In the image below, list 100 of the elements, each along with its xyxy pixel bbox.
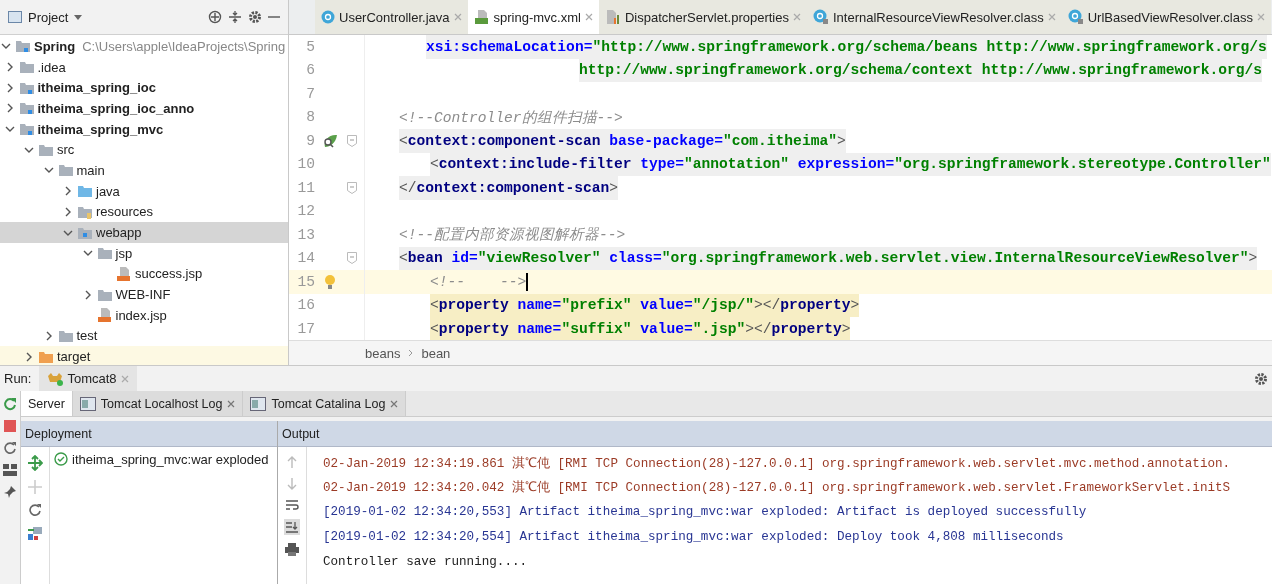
- fold-marker-icon[interactable]: [347, 252, 357, 265]
- tree-item-label: success.jsp: [135, 266, 203, 282]
- fold-marker-icon[interactable]: [347, 181, 357, 194]
- line-number: 17: [296, 320, 315, 337]
- console-line: 02-Jan-2019 12:34:19.861 淇℃伅 [RMI TCP Connection(28)-127.0.0.1] org.springframework.web.servlet.mvc.method.annotation.: [323, 455, 1231, 473]
- soft-wrap-icon[interactable]: [285, 499, 299, 511]
- tree-item[interactable]: jsp: [0, 242, 288, 264]
- editor-tab[interactable]: InternalResourceViewResolver.class: [807, 0, 1062, 34]
- jsp-file-icon: [116, 265, 132, 282]
- code-comment: <!--Controller的组件扫描-->: [398, 108, 623, 128]
- folder-icon: [18, 60, 35, 75]
- run-label: Run:: [4, 371, 32, 386]
- scroll-to-end-icon[interactable]: [284, 519, 300, 535]
- folder-icon: [15, 39, 31, 54]
- project-panel-title[interactable]: Project: [28, 9, 69, 25]
- code-line: <context:include-filter type="annotation" expression="org.springframework.stereotype.Controller": [428, 152, 1271, 176]
- tree-item[interactable]: resources: [0, 201, 288, 223]
- folder-icon: [96, 246, 113, 261]
- tree-item[interactable]: target: [0, 346, 288, 365]
- collapse-all-icon[interactable]: [228, 10, 242, 24]
- dropdown-arrow-icon[interactable]: [74, 14, 83, 20]
- settings-icon[interactable]: [1254, 371, 1268, 386]
- editor-tab[interactable]: UserController.java: [315, 0, 468, 34]
- tree-item[interactable]: itheima_spring_mvc: [0, 118, 288, 140]
- class-icon: [813, 9, 829, 25]
- run-config-tab[interactable]: Tomcat8: [39, 366, 137, 391]
- refresh-icon[interactable]: [3, 441, 17, 455]
- log-icon: [79, 396, 96, 411]
- settings-icon[interactable]: [248, 10, 262, 24]
- line-number: 9: [305, 132, 315, 149]
- tree-item[interactable]: success.jsp: [0, 263, 288, 285]
- run-tab[interactable]: Tomcat Localhost Log: [72, 391, 244, 416]
- text-cursor: [526, 272, 528, 291]
- breadcrumb[interactable]: bean: [421, 345, 451, 361]
- tree-item[interactable]: .idea: [0, 56, 288, 78]
- tree-item[interactable]: itheima_spring_ioc: [0, 77, 288, 99]
- tree-item[interactable]: Spring C:\Users\apple\IdeaProjects\Spring: [0, 36, 288, 57]
- folder-icon: [77, 225, 93, 240]
- line-number: 14: [296, 250, 315, 267]
- pin-icon[interactable]: [3, 485, 17, 499]
- tree-item[interactable]: itheima_spring_ioc_anno: [0, 98, 288, 119]
- tree-item[interactable]: test: [0, 325, 288, 347]
- bean-search-icon[interactable]: [321, 132, 339, 149]
- tree-item-label: itheima_spring_ioc: [37, 80, 156, 96]
- tree-item-label: main: [76, 162, 105, 178]
- tree-item-label: Spring: [34, 38, 76, 54]
- code-line: <bean id="viewResolver" class="org.springframework.web.servlet.view.InternalResourceViewResolver">: [397, 246, 1258, 270]
- tree-item-label: webapp: [96, 225, 142, 241]
- deployment-item[interactable]: itheima_spring_mvc:war exploded: [72, 451, 269, 467]
- tree-item-label: itheima_spring_mvc: [37, 121, 164, 137]
- tree-item[interactable]: src: [0, 139, 288, 161]
- code-line: xsi:schemaLocation="http://www.springframework.org/schema/beans http://www.springframework.org/s: [424, 35, 1267, 59]
- run-tab[interactable]: Tomcat Catalina Log: [243, 391, 407, 416]
- refresh-icon[interactable]: [28, 503, 42, 517]
- print-icon[interactable]: [285, 543, 299, 556]
- class-icon: [1067, 9, 1084, 25]
- tree-item[interactable]: webapp: [0, 222, 288, 243]
- layout-icon[interactable]: [3, 464, 17, 476]
- editor-tab[interactable]: spring-mvc.xml: [467, 0, 599, 34]
- breadcrumb[interactable]: beans: [365, 345, 401, 361]
- close-icon[interactable]: [227, 399, 236, 408]
- tree-item-label: WEB-INF: [115, 287, 171, 303]
- tree-item[interactable]: WEB-INF: [0, 284, 288, 305]
- editor-tab[interactable]: DispatcherServlet.properties: [598, 0, 807, 34]
- code-line: <property name="prefix" value="/jsp/"></property>: [428, 293, 860, 317]
- line-number: 15: [296, 273, 315, 290]
- fold-marker-icon[interactable]: [347, 134, 357, 147]
- project-icon: [8, 11, 22, 23]
- folder-icon: [38, 142, 54, 157]
- console-line: [2019-01-02 12:34:20,554] Artifact itheima_spring_mvc:war exploded: Deploy took 4,808 milliseconds: [323, 529, 1065, 547]
- line-number: 11: [296, 179, 315, 196]
- tree-item[interactable]: java: [0, 180, 288, 202]
- folder-icon: [18, 101, 35, 116]
- tree-item[interactable]: main: [0, 160, 288, 181]
- folder-icon: [77, 204, 93, 219]
- folder-icon: [38, 349, 54, 364]
- code-comment: <!-- -->: [429, 271, 528, 293]
- artifact-icon[interactable]: [27, 525, 43, 541]
- locate-icon[interactable]: [208, 10, 222, 24]
- tree-item-label: src: [57, 142, 75, 158]
- tree-item-label: resources: [96, 204, 154, 220]
- tree-item-label: java: [96, 183, 120, 199]
- code-line: <context:component-scan base-package="com.itheima">: [397, 129, 846, 153]
- folder-icon: [57, 163, 74, 178]
- tree-item[interactable]: index.jsp: [0, 304, 288, 326]
- editor-tab[interactable]: UrlBasedViewResolver.class: [1061, 0, 1271, 34]
- lightbulb-icon[interactable]: [324, 273, 336, 290]
- code-line: </context:component-scan>: [397, 176, 618, 200]
- code-comment: <!--配置内部资源视图解析器-->: [398, 226, 626, 246]
- line-number: 12: [296, 203, 315, 220]
- project-path: C:\Users\apple\IdeaProjects\Spring: [82, 38, 286, 54]
- close-icon[interactable]: [390, 399, 399, 408]
- properties-file-icon: [604, 9, 621, 25]
- line-number: 6: [305, 62, 315, 79]
- code-line: <property name="suffix" value=".jsp"></property>: [428, 317, 851, 340]
- line-number: 5: [305, 38, 315, 55]
- log-icon: [250, 396, 267, 411]
- deploy-icon[interactable]: [27, 455, 43, 471]
- run-tab[interactable]: Server: [21, 391, 73, 416]
- rerun-icon[interactable]: [3, 397, 17, 411]
